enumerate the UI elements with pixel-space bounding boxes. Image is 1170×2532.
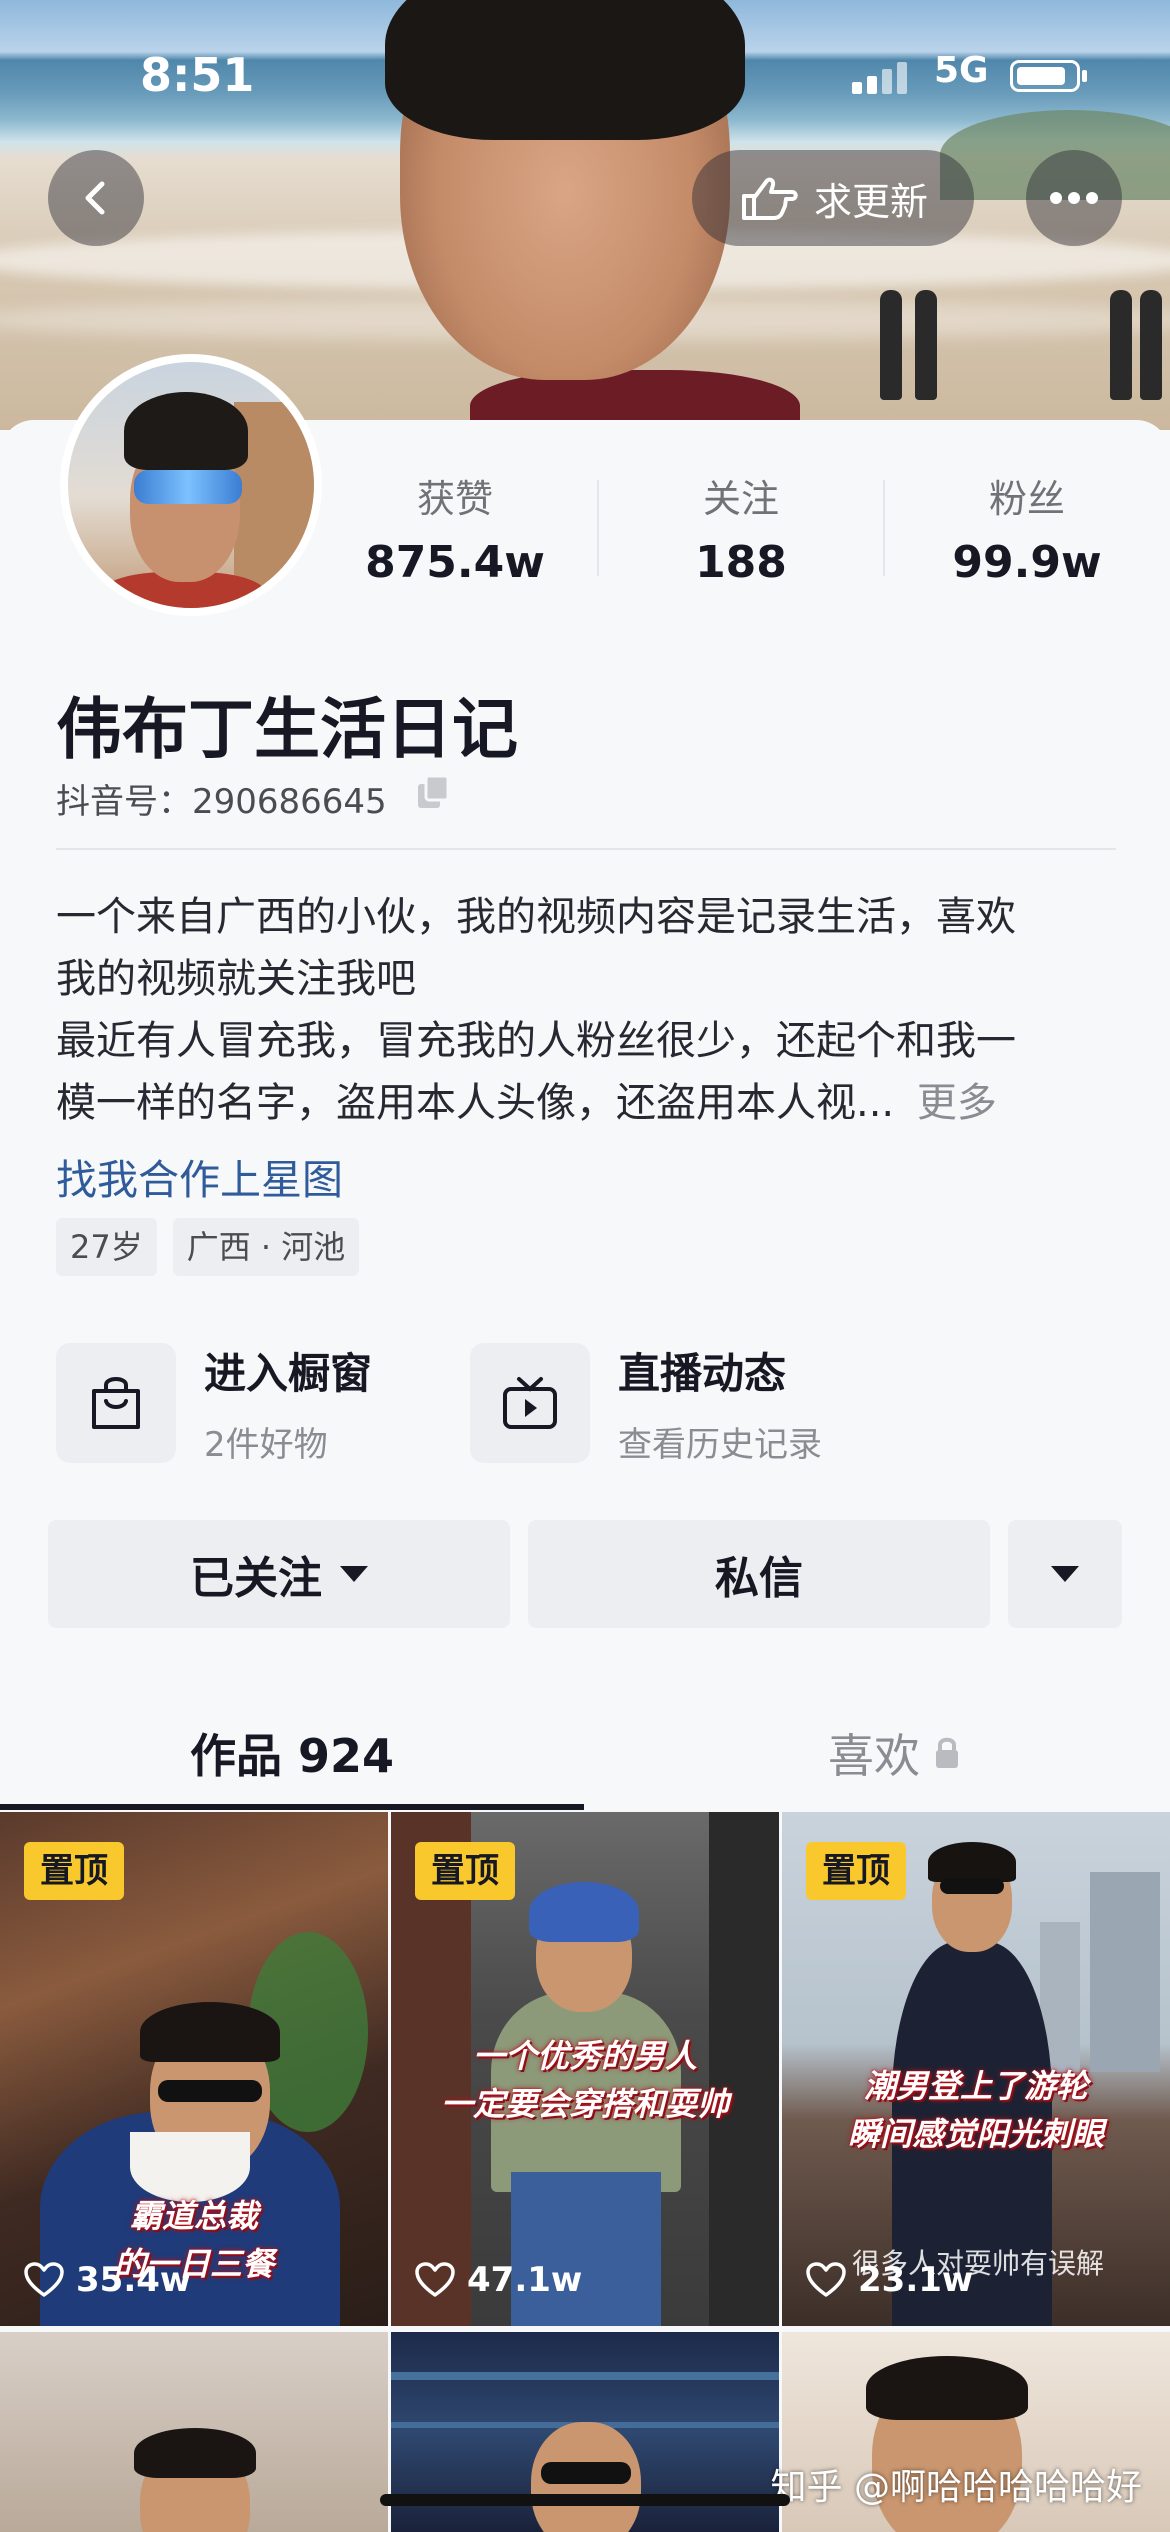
stat-value: 188 (695, 537, 787, 588)
stat-value: 99.9w (952, 537, 1102, 588)
pointing-hand-icon (741, 177, 798, 220)
tv-icon (470, 1343, 590, 1463)
caption-line: 潮男登上了游轮 (863, 2067, 1088, 2105)
pinned-badge: 置顶 (415, 1842, 515, 1900)
tab-active-indicator (0, 1804, 584, 1810)
watermark: 知乎 @啊哈哈哈哈哈好 (770, 2467, 1142, 2508)
douyin-id: 抖音号：290686645 (56, 782, 387, 822)
live-entry[interactable]: 直播动态 查看历史记录 (470, 1340, 822, 1466)
more-dots-icon (1050, 192, 1098, 204)
heart-icon (415, 2262, 455, 2297)
dropdown-arrow-icon (340, 1566, 368, 1582)
video-thumbnail[interactable] (0, 2332, 388, 2532)
entry-subtitle: 2件好物 (204, 1425, 328, 1465)
likes-count: 23.1w (858, 2260, 974, 2300)
following-button[interactable]: 已关注 (48, 1520, 510, 1628)
back-button[interactable] (48, 150, 144, 246)
stat-fans[interactable]: 粉丝 99.9w (927, 468, 1127, 588)
video-thumbnail[interactable]: 置顶 潮男登上了游轮 瞬间感觉阳光刺眼 很多人对耍帅有误解 23.1w (782, 1812, 1170, 2326)
video-thumbnail[interactable]: 置顶 一个优秀的男人 一定要会穿搭和耍帅 47.1w (391, 1812, 779, 2326)
stat-value: 875.4w (365, 537, 545, 588)
following-label: 已关注 (190, 1553, 322, 1604)
star-map-cooperation-link[interactable]: 找我合作上星图 (56, 1146, 343, 1206)
status-time: 8:51 (140, 48, 255, 102)
message-button[interactable]: 私信 (528, 1520, 990, 1628)
tab-likes[interactable]: 喜欢 (828, 1720, 960, 1786)
bio: 一个来自广西的小伙，我的视频内容是记录生活，喜欢 我的视频就关注我吧 最近有人冒… (56, 886, 1116, 1134)
bio-line: 最近有人冒充我，冒充我的人粉丝很少，还起个和我一 (56, 1018, 1016, 1064)
stat-label: 关注 (702, 477, 779, 521)
entry-title: 进入橱窗 (204, 1349, 373, 1398)
divider (56, 848, 1116, 850)
tab-likes-label: 喜欢 (828, 1729, 920, 1783)
status-indicators: 5G (852, 50, 1092, 102)
showcase-entry[interactable]: 进入橱窗 2件好物 (56, 1340, 372, 1466)
entry-subtitle: 查看历史记录 (618, 1425, 822, 1465)
stat-following[interactable]: 关注 188 (641, 468, 841, 588)
caption-line: 瞬间感觉阳光刺眼 (847, 2115, 1104, 2153)
chevron-left-icon (85, 181, 105, 215)
copy-icon[interactable] (416, 774, 450, 810)
battery-icon (1010, 60, 1080, 92)
request-update-label: 求更新 (813, 179, 928, 224)
caption-line: 霸道总裁 (129, 2197, 258, 2235)
tag-row: 27岁 广西 · 河池 (56, 1218, 360, 1276)
caption-line: 一个优秀的男人 (472, 2037, 697, 2075)
more-options-button[interactable] (1026, 150, 1122, 246)
stat-likes[interactable]: 获赞 875.4w (355, 468, 555, 588)
video-likes: 47.1w (415, 2260, 582, 2300)
stat-label: 获赞 (416, 477, 493, 521)
heart-icon (24, 2262, 64, 2297)
entry-title: 直播动态 (618, 1349, 787, 1398)
tab-works[interactable]: 作品 924 (190, 1720, 394, 1786)
age-tag: 27岁 (56, 1218, 157, 1276)
stats-row: 获赞 875.4w 关注 188 粉丝 99.9w (355, 468, 1135, 588)
caption-line: 一定要会穿搭和耍帅 (440, 2085, 729, 2123)
avatar[interactable] (60, 354, 322, 616)
dropdown-arrow-icon (1051, 1566, 1079, 1582)
video-thumbnail[interactable]: 置顶 霸道总裁 的一日三餐 35.4w (0, 1812, 388, 2326)
video-likes: 35.4w (24, 2260, 191, 2300)
request-update-button[interactable]: 求更新 (692, 150, 974, 246)
network-label: 5G (934, 50, 989, 91)
more-actions-button[interactable] (1008, 1520, 1122, 1628)
likes-count: 35.4w (76, 2260, 192, 2300)
bio-line: 一个来自广西的小伙，我的视频内容是记录生活，喜欢 (56, 894, 1016, 940)
likes-count: 47.1w (467, 2260, 583, 2300)
bio-line-last: 模一样的名字，盗用本人头像，还盗用本人视... 更多 (56, 1072, 1116, 1134)
bio-more-link[interactable]: 更多 (917, 1080, 997, 1126)
lock-icon (936, 1737, 958, 1768)
video-caption: 潮男登上了游轮 瞬间感觉阳光刺眼 (782, 2062, 1170, 2158)
heart-icon (806, 2262, 846, 2297)
stat-label: 粉丝 (988, 477, 1065, 521)
location-tag: 广西 · 河池 (172, 1218, 360, 1276)
nickname: 伟布丁生活日记 (56, 691, 518, 768)
bio-line: 我的视频就关注我吧 (56, 956, 416, 1002)
pinned-badge: 置顶 (24, 1842, 124, 1900)
video-caption: 一个优秀的男人 一定要会穿搭和耍帅 (391, 2032, 779, 2128)
message-label: 私信 (715, 1553, 803, 1604)
shopping-bag-icon (56, 1343, 176, 1463)
pinned-badge: 置顶 (806, 1842, 906, 1900)
bio-line: 模一样的名字，盗用本人头像，还盗用本人视... (56, 1080, 895, 1126)
home-indicator[interactable] (380, 2494, 790, 2506)
video-likes: 23.1w (806, 2260, 973, 2300)
